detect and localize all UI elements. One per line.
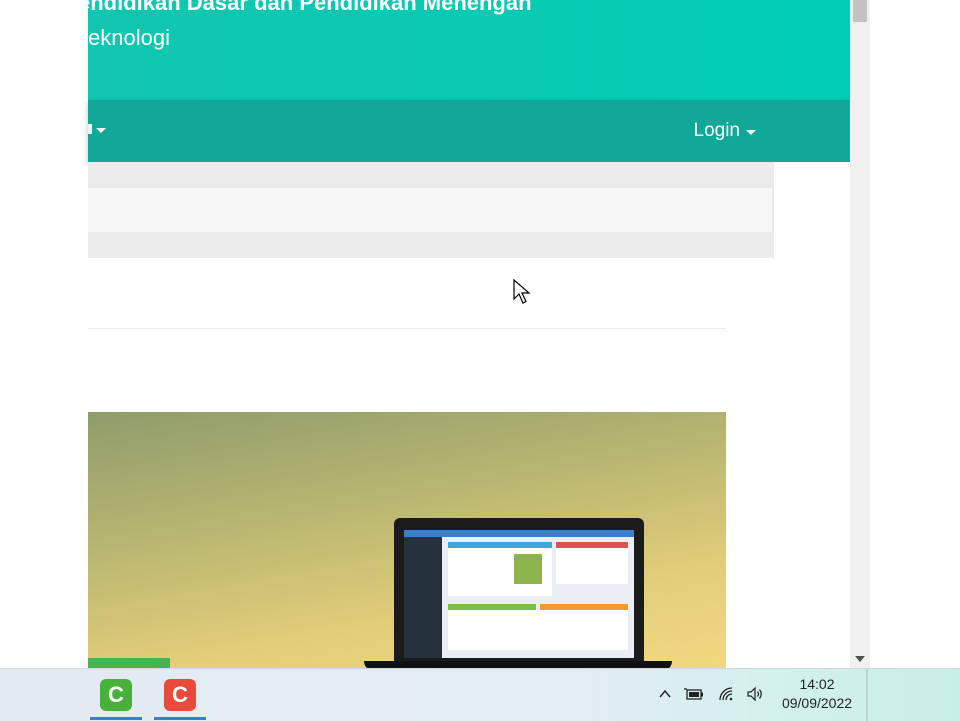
mini-photo bbox=[514, 554, 542, 584]
nav-item-partial[interactable] bbox=[88, 124, 92, 134]
browser-viewport: endidikan Dasar dan Pendidikan Menengan … bbox=[0, 0, 850, 668]
scroll-thumb[interactable] bbox=[853, 0, 867, 22]
vertical-scrollbar[interactable] bbox=[850, 0, 870, 668]
mini-panel-body bbox=[448, 610, 628, 650]
login-dropdown[interactable]: Login bbox=[693, 120, 756, 142]
show-desktop-button[interactable] bbox=[866, 669, 868, 721]
site-title: endidikan Dasar dan Pendidikan Menengan bbox=[78, 0, 532, 15]
camtasia-green-app-icon[interactable]: C bbox=[100, 679, 132, 711]
battery-icon[interactable] bbox=[683, 683, 705, 705]
breadcrumb-bar bbox=[88, 188, 772, 232]
content-card bbox=[88, 258, 774, 668]
green-button[interactable] bbox=[88, 658, 170, 668]
scroll-down-arrow-icon[interactable] bbox=[855, 656, 865, 662]
system-clock[interactable]: 14:02 09/09/2022 bbox=[772, 675, 862, 713]
clock-date: 09/09/2022 bbox=[781, 695, 853, 711]
window-gap bbox=[870, 0, 960, 668]
caret-down-icon bbox=[746, 129, 756, 135]
wifi-icon[interactable] bbox=[716, 683, 738, 705]
volume-icon[interactable] bbox=[744, 683, 766, 705]
caret-down-icon[interactable] bbox=[96, 128, 106, 133]
page-margin bbox=[774, 162, 850, 668]
laptop-screen-content bbox=[404, 530, 634, 658]
banner-image bbox=[88, 412, 726, 668]
login-label: Login bbox=[693, 120, 741, 141]
site-subtitle: eknologi bbox=[88, 25, 170, 50]
mouse-cursor-icon bbox=[513, 279, 531, 304]
chevron-up-icon[interactable] bbox=[654, 683, 676, 705]
laptop-base bbox=[364, 661, 672, 668]
taskbar: C C 14:02 09/09/2022 bbox=[0, 668, 960, 721]
camtasia-red-app-icon[interactable]: C bbox=[164, 679, 196, 711]
clock-time: 14:02 bbox=[799, 676, 835, 692]
divider bbox=[88, 328, 726, 329]
navbar: Login bbox=[88, 100, 850, 162]
laptop-icon bbox=[394, 518, 644, 662]
mini-sidebar bbox=[404, 537, 442, 658]
mini-panel-body bbox=[556, 548, 628, 584]
mini-topbar bbox=[404, 530, 634, 537]
